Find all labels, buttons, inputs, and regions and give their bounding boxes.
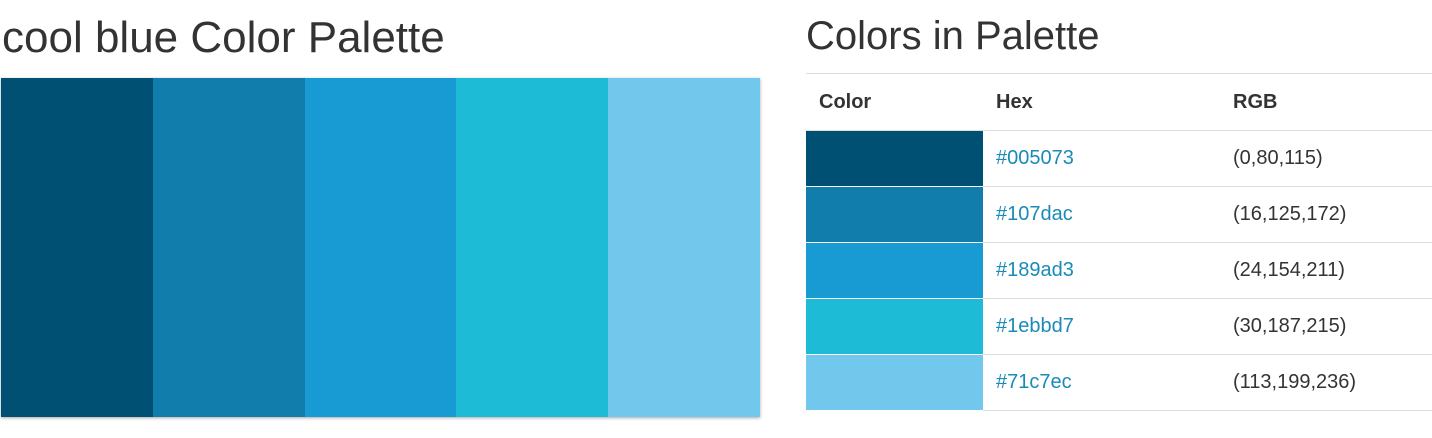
color-swatch — [806, 187, 983, 242]
palette-strip — [1, 78, 760, 417]
palette-swatch[interactable] — [456, 78, 609, 417]
hex-cell: #005073 — [983, 130, 1220, 187]
colors-table: Color Hex RGB #005073 (0,80,115) #107dac… — [806, 73, 1432, 411]
table-row: #107dac (16,125,172) — [806, 186, 1432, 243]
color-swatch — [806, 131, 983, 186]
rgb-cell: (16,125,172) — [1220, 186, 1432, 243]
hex-link[interactable]: #107dac — [996, 203, 1073, 225]
rgb-value: (113,199,236) — [1233, 371, 1357, 393]
table-row: #189ad3 (24,154,211) — [806, 242, 1432, 299]
hex-link[interactable]: #71c7ec — [996, 371, 1072, 393]
rgb-cell: (113,199,236) — [1220, 354, 1432, 411]
color-swatch-cell — [806, 298, 983, 355]
hex-link[interactable]: #005073 — [996, 147, 1074, 169]
color-swatch — [806, 299, 983, 354]
color-swatch-cell — [806, 242, 983, 299]
rgb-value: (24,154,211) — [1233, 259, 1345, 281]
rgb-value: (30,187,215) — [1233, 315, 1347, 337]
hex-link[interactable]: #189ad3 — [996, 259, 1074, 281]
table-header-row: Color Hex RGB — [806, 73, 1432, 131]
palette-swatch[interactable] — [152, 78, 305, 417]
table-row: #005073 (0,80,115) — [806, 130, 1432, 187]
hex-cell: #1ebbd7 — [983, 298, 1220, 355]
rgb-column-header: RGB — [1220, 73, 1432, 131]
table-row: #71c7ec (113,199,236) — [806, 354, 1432, 411]
rgb-cell: (30,187,215) — [1220, 298, 1432, 355]
color-swatch-cell — [806, 186, 983, 243]
color-swatch — [806, 355, 983, 410]
palette-swatch[interactable] — [1, 78, 153, 417]
rgb-value: (0,80,115) — [1233, 147, 1323, 169]
color-swatch-cell — [806, 354, 983, 411]
palette-swatch[interactable] — [304, 78, 457, 417]
hex-cell: #189ad3 — [983, 242, 1220, 299]
hex-column-header: Hex — [983, 73, 1220, 131]
palette-swatch[interactable] — [608, 78, 760, 417]
rgb-cell: (24,154,211) — [1220, 242, 1432, 299]
hex-cell: #71c7ec — [983, 354, 1220, 411]
table-row: #1ebbd7 (30,187,215) — [806, 298, 1432, 355]
rgb-value: (16,125,172) — [1233, 203, 1347, 225]
color-swatch — [806, 243, 983, 298]
page: cool blue Color Palette Colors in Palett… — [0, 0, 1432, 438]
color-swatch-cell — [806, 130, 983, 187]
color-column-header: Color — [806, 73, 983, 131]
hex-cell: #107dac — [983, 186, 1220, 243]
rgb-cell: (0,80,115) — [1220, 130, 1432, 187]
hex-link[interactable]: #1ebbd7 — [996, 315, 1074, 337]
palette-title: cool blue Color Palette — [2, 13, 445, 62]
colors-table-title: Colors in Palette — [806, 14, 1100, 58]
